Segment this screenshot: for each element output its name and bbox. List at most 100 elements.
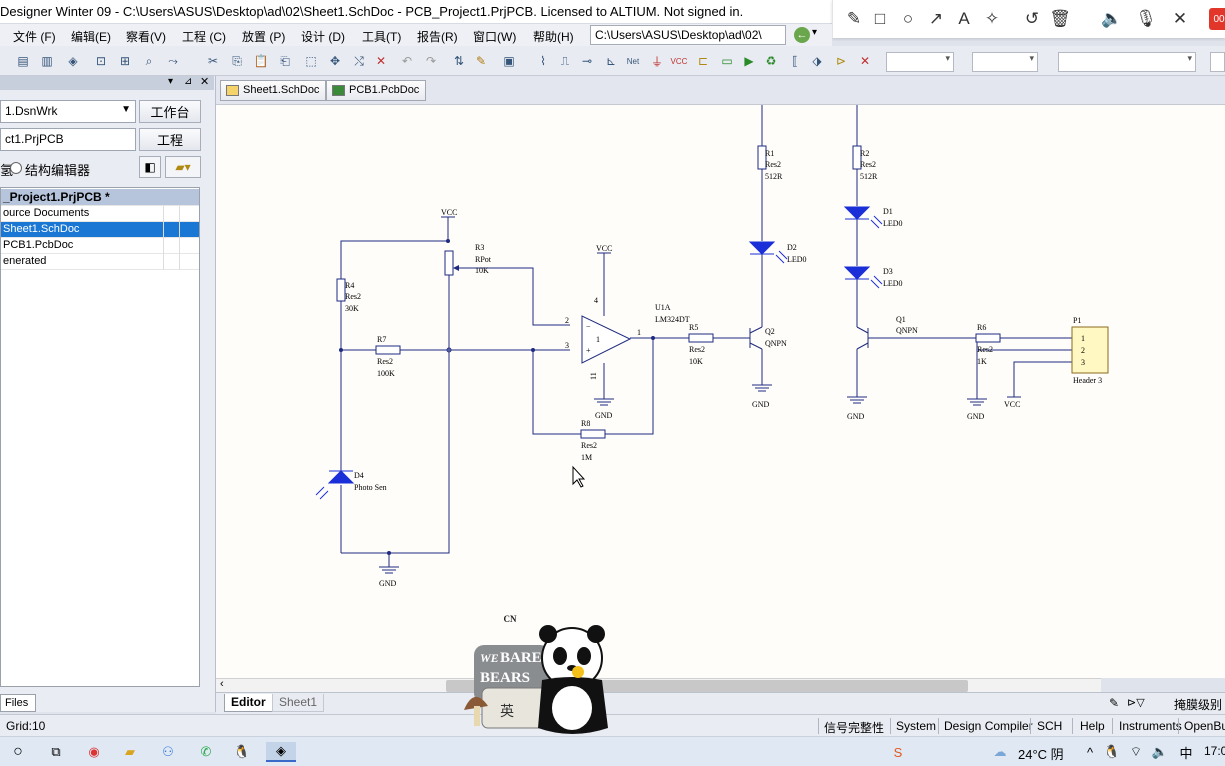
menu-view[interactable]: 察看(V)	[126, 28, 166, 45]
place-net-label-icon[interactable]: ⊾	[602, 52, 620, 70]
undo-icon[interactable]: ↶	[398, 52, 416, 70]
zoom-area-icon[interactable]: ⊡	[92, 52, 110, 70]
status-system[interactable]: System	[896, 719, 936, 733]
start-circle-icon[interactable]: ○	[8, 742, 28, 762]
print-preview-icon[interactable]: ▥	[38, 52, 56, 70]
rubber-stamp-icon[interactable]: ⎗	[276, 52, 294, 70]
network-app-icon[interactable]: ⚇	[158, 742, 178, 762]
paste-icon[interactable]: 📋	[252, 52, 270, 70]
pencil-icon[interactable]: ✎	[843, 8, 865, 30]
task-view-icon[interactable]: ⧉	[46, 742, 66, 762]
filter-icon[interactable]: ⊳▽	[1127, 696, 1145, 709]
zoom-selected-icon[interactable]: ⊞	[116, 52, 134, 70]
project-options-icon[interactable]: ◧	[139, 156, 161, 178]
cut-icon[interactable]: ✂	[204, 52, 222, 70]
trash-icon[interactable]: 🗑	[1049, 8, 1071, 30]
sogou-input-icon[interactable]: S	[888, 742, 908, 762]
tab-editor[interactable]: Editor	[224, 694, 273, 712]
place-vcc-icon[interactable]: VCC	[670, 52, 688, 70]
workspace-combo[interactable]: 1.DsnWrk ▼	[0, 100, 136, 123]
document-path-field[interactable]: C:\Users\ASUS\Desktop\ad\02\	[590, 25, 786, 45]
status-signal-integrity[interactable]: 信号完整性	[824, 719, 884, 736]
select-area-icon[interactable]: ⬚	[302, 52, 320, 70]
menu-project[interactable]: 工程 (C)	[182, 28, 226, 45]
tab-sheet1[interactable]: Sheet1	[272, 694, 325, 712]
print-icon[interactable]: ▤	[14, 52, 32, 70]
tree-project-root[interactable]: _Project1.PrjPCB *	[1, 189, 199, 206]
folder-icon[interactable]: ▰▾	[165, 156, 201, 178]
navigate-back-icon[interactable]: ←	[794, 27, 810, 43]
cross-probe-wand-icon[interactable]: ✎	[472, 52, 490, 70]
project-button[interactable]: 工程	[139, 128, 201, 151]
status-openbus[interactable]: OpenBu	[1184, 719, 1225, 733]
circle-icon[interactable]: ○	[897, 8, 919, 30]
project-field[interactable]: ct1.PrjPCB	[0, 128, 136, 151]
place-device-sheet-icon[interactable]: ♻	[762, 52, 780, 70]
status-instruments[interactable]: Instruments	[1119, 719, 1182, 733]
clock[interactable]: 17:0	[1204, 744, 1225, 758]
volume-icon[interactable]: 🔈	[1150, 742, 1170, 762]
file-explorer-icon[interactable]: ▰	[120, 742, 140, 762]
wifi-icon[interactable]: ⌔	[1126, 742, 1146, 762]
zoom-fit-icon[interactable]: ⌕	[140, 52, 158, 70]
place-sheet-entry-icon[interactable]: ▶	[740, 52, 758, 70]
clear-selection-icon[interactable]: ✕	[372, 52, 390, 70]
menu-reports[interactable]: 报告(R)	[417, 28, 458, 45]
place-part-icon[interactable]: ⊏	[694, 52, 712, 70]
filter-select-2[interactable]: ▾	[972, 52, 1038, 72]
microphone-icon[interactable]: 🎙	[1135, 8, 1157, 30]
filter-select-3[interactable]: ▾	[1058, 52, 1196, 72]
arrow-icon[interactable]: ↗	[925, 8, 947, 30]
structure-editor-radio[interactable]	[10, 162, 22, 174]
menu-design[interactable]: 设计 (D)	[301, 28, 345, 45]
text-icon[interactable]: A	[953, 8, 975, 30]
place-sheet-symbol-icon[interactable]: ▭	[718, 52, 736, 70]
weather-text[interactable]: 24°C 阴	[1018, 744, 1064, 763]
filter-select-1[interactable]: ▾	[886, 52, 954, 72]
magic-wand-icon[interactable]: ✧	[981, 8, 1003, 30]
status-sch[interactable]: SCH	[1037, 719, 1062, 733]
scroll-left-icon[interactable]: ‹	[220, 678, 224, 690]
mask-pencil-icon[interactable]: ✎	[1109, 696, 1119, 710]
filter-select-4[interactable]	[1210, 52, 1225, 72]
place-wire-icon[interactable]: ⌇	[534, 52, 552, 70]
close-icon[interactable]: ✕	[1169, 8, 1191, 30]
panel-menu-icon[interactable]: ▾	[168, 76, 173, 87]
no-erc-icon[interactable]: ✕	[856, 52, 874, 70]
place-bus-entry-icon[interactable]: ⊸	[578, 52, 596, 70]
qq-icon[interactable]: 🐧	[232, 742, 252, 762]
tab-pcb1-pcbdoc[interactable]: PCB1.PcbDoc	[326, 80, 427, 101]
menu-window[interactable]: 窗口(W)	[473, 28, 516, 45]
horizontal-scrollbar[interactable]: ‹	[216, 678, 1101, 692]
pin-icon[interactable]: ⊿	[184, 76, 192, 87]
recording-badge[interactable]: 00	[1209, 8, 1225, 30]
status-design-compiler[interactable]: Design Compiler	[944, 719, 1033, 733]
menu-file[interactable]: 文件 (F)	[13, 28, 56, 45]
wechat-icon[interactable]: ✆	[196, 742, 216, 762]
ime-icon[interactable]: 中	[1176, 742, 1196, 762]
redo-icon[interactable]: ↷	[422, 52, 440, 70]
qq-tray-icon[interactable]: 🐧	[1102, 742, 1122, 762]
hierarchy-icon[interactable]: ⇅	[450, 52, 468, 70]
schematic-canvas[interactable]: VCC VCC VCC GND GND GND GND GND R1 Res2 …	[216, 104, 1225, 678]
menu-help[interactable]: 帮助(H)	[533, 28, 574, 45]
menu-tools[interactable]: 工具(T)	[362, 28, 401, 45]
cross-probe-icon[interactable]: ⤳	[164, 52, 182, 70]
chevron-down-icon[interactable]: ▾	[812, 27, 817, 38]
undo-icon[interactable]: ↺	[1021, 8, 1043, 30]
browse-library-icon[interactable]: ▣	[500, 52, 518, 70]
tree-pcb1-pcbdoc[interactable]: PCB1.PcbDoc	[1, 238, 199, 254]
tab-sheet1-schdoc[interactable]: Sheet1.SchDoc	[220, 80, 327, 101]
net-label-icon[interactable]: Net	[624, 52, 642, 70]
close-icon[interactable]: ✕	[200, 75, 209, 88]
chevron-up-icon[interactable]: ^	[1080, 742, 1100, 762]
place-bus-icon[interactable]: ⎍	[556, 52, 574, 70]
tree-source-documents[interactable]: ource Documents	[1, 206, 199, 222]
files-tab[interactable]: Files	[0, 694, 36, 712]
place-off-sheet-icon[interactable]: ⊳	[832, 52, 850, 70]
mask-level-label[interactable]: 掩膜级别	[1174, 696, 1222, 713]
rectangle-icon[interactable]: □	[869, 8, 891, 30]
altium-taskbar-icon[interactable]: ◈	[266, 742, 296, 762]
menu-place[interactable]: 放置 (P)	[242, 28, 285, 45]
open-project-icon[interactable]: ◈	[64, 52, 82, 70]
